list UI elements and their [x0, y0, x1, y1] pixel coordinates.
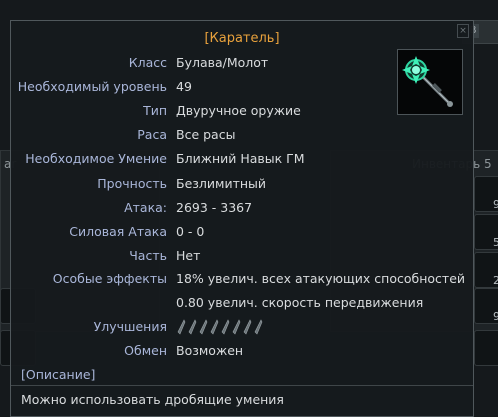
- stat-value: 0 - 0: [176, 224, 205, 239]
- inventory-slot[interactable]: 50: [474, 214, 498, 250]
- stat-row-race: Раса Все расы: [11, 127, 473, 147]
- upgrade-slot-icon: [221, 319, 230, 335]
- stat-row-durability: Прочность Безлимитный: [11, 176, 473, 196]
- upgrade-slots: [176, 319, 264, 339]
- stat-label: Часть: [129, 248, 167, 263]
- stat-row-class: Класс Булава/Молот: [11, 55, 473, 75]
- stat-row-special-effects: Особые эффекты 18% увелич. всех атакующи…: [11, 271, 473, 291]
- description-link[interactable]: [Описание]: [21, 367, 95, 382]
- stat-row-power-attack: Силовая Атака 0 - 0: [11, 224, 473, 244]
- inventory-slot[interactable]: 27: [474, 252, 498, 288]
- upgrade-slot-icon: [210, 319, 219, 335]
- upgrade-slot-icon: [199, 319, 208, 335]
- footer-note: Можно использовать дробящие умения: [21, 392, 284, 407]
- divider: [11, 385, 473, 386]
- stat-label: Тип: [143, 103, 167, 118]
- stat-row-type: Тип Двуручное оружие: [11, 103, 473, 123]
- inventory-slot[interactable]: [474, 330, 498, 366]
- stat-label: Класс: [128, 55, 167, 70]
- item-title: [Каратель]: [204, 31, 280, 46]
- stat-value: 18% увелич. всех атакующих способностей: [176, 271, 466, 286]
- upgrade-slot-icon: [188, 319, 197, 335]
- stat-row-attack: Атака: 2693 - 3367: [11, 200, 473, 220]
- stat-label: Раса: [137, 127, 167, 142]
- close-icon[interactable]: ×: [457, 24, 469, 38]
- item-tooltip: [Каратель] × Класс Булава/Молот Необходи…: [10, 20, 474, 417]
- stat-label: Необходимый уровень: [17, 79, 167, 94]
- stat-label: Улучшения: [93, 319, 167, 334]
- stat-row-skill: Необходимое Умение Ближний Навык ГМ: [11, 151, 473, 171]
- stat-label: Прочность: [97, 176, 167, 191]
- inventory-slot[interactable]: 99: [474, 176, 498, 212]
- upgrade-slot-icon: [254, 319, 263, 335]
- inventory-slot[interactable]: 99: [474, 288, 498, 324]
- stat-label: Обмен: [124, 343, 167, 358]
- upgrade-slot-icon: [243, 319, 252, 335]
- stat-row-special-effects-2: 0.80 увелич. скорость передвижения: [11, 295, 473, 315]
- stat-row-part: Часть Нет: [11, 248, 473, 268]
- stat-label: Силовая Атака: [69, 224, 167, 239]
- stat-label: Атака:: [124, 200, 167, 215]
- stat-row-trade: Обмен Возможен: [11, 343, 473, 363]
- stat-label: Особые эффекты: [52, 271, 167, 286]
- stat-value: 0.80 увелич. скорость передвижения: [176, 295, 424, 310]
- stat-value: Все расы: [176, 127, 236, 142]
- upgrade-slot-icon: [177, 319, 186, 335]
- stat-value: Двуручное оружие: [176, 103, 301, 118]
- stat-row-level: Необходимый уровень 49: [11, 79, 473, 99]
- stat-value: Безлимитный: [176, 176, 267, 191]
- stat-value: Ближний Навык ГМ: [176, 151, 305, 166]
- stat-label: Необходимое Умение: [25, 151, 167, 166]
- upgrade-slot-icon: [232, 319, 241, 335]
- stat-value: Нет: [176, 248, 201, 263]
- stat-value: Булава/Молот: [176, 55, 269, 70]
- stat-row-upgrades: Улучшения: [11, 319, 473, 339]
- stat-value: 2693 - 3367: [176, 200, 253, 215]
- stat-value: 49: [176, 79, 192, 94]
- stat-value: Возможен: [176, 343, 244, 358]
